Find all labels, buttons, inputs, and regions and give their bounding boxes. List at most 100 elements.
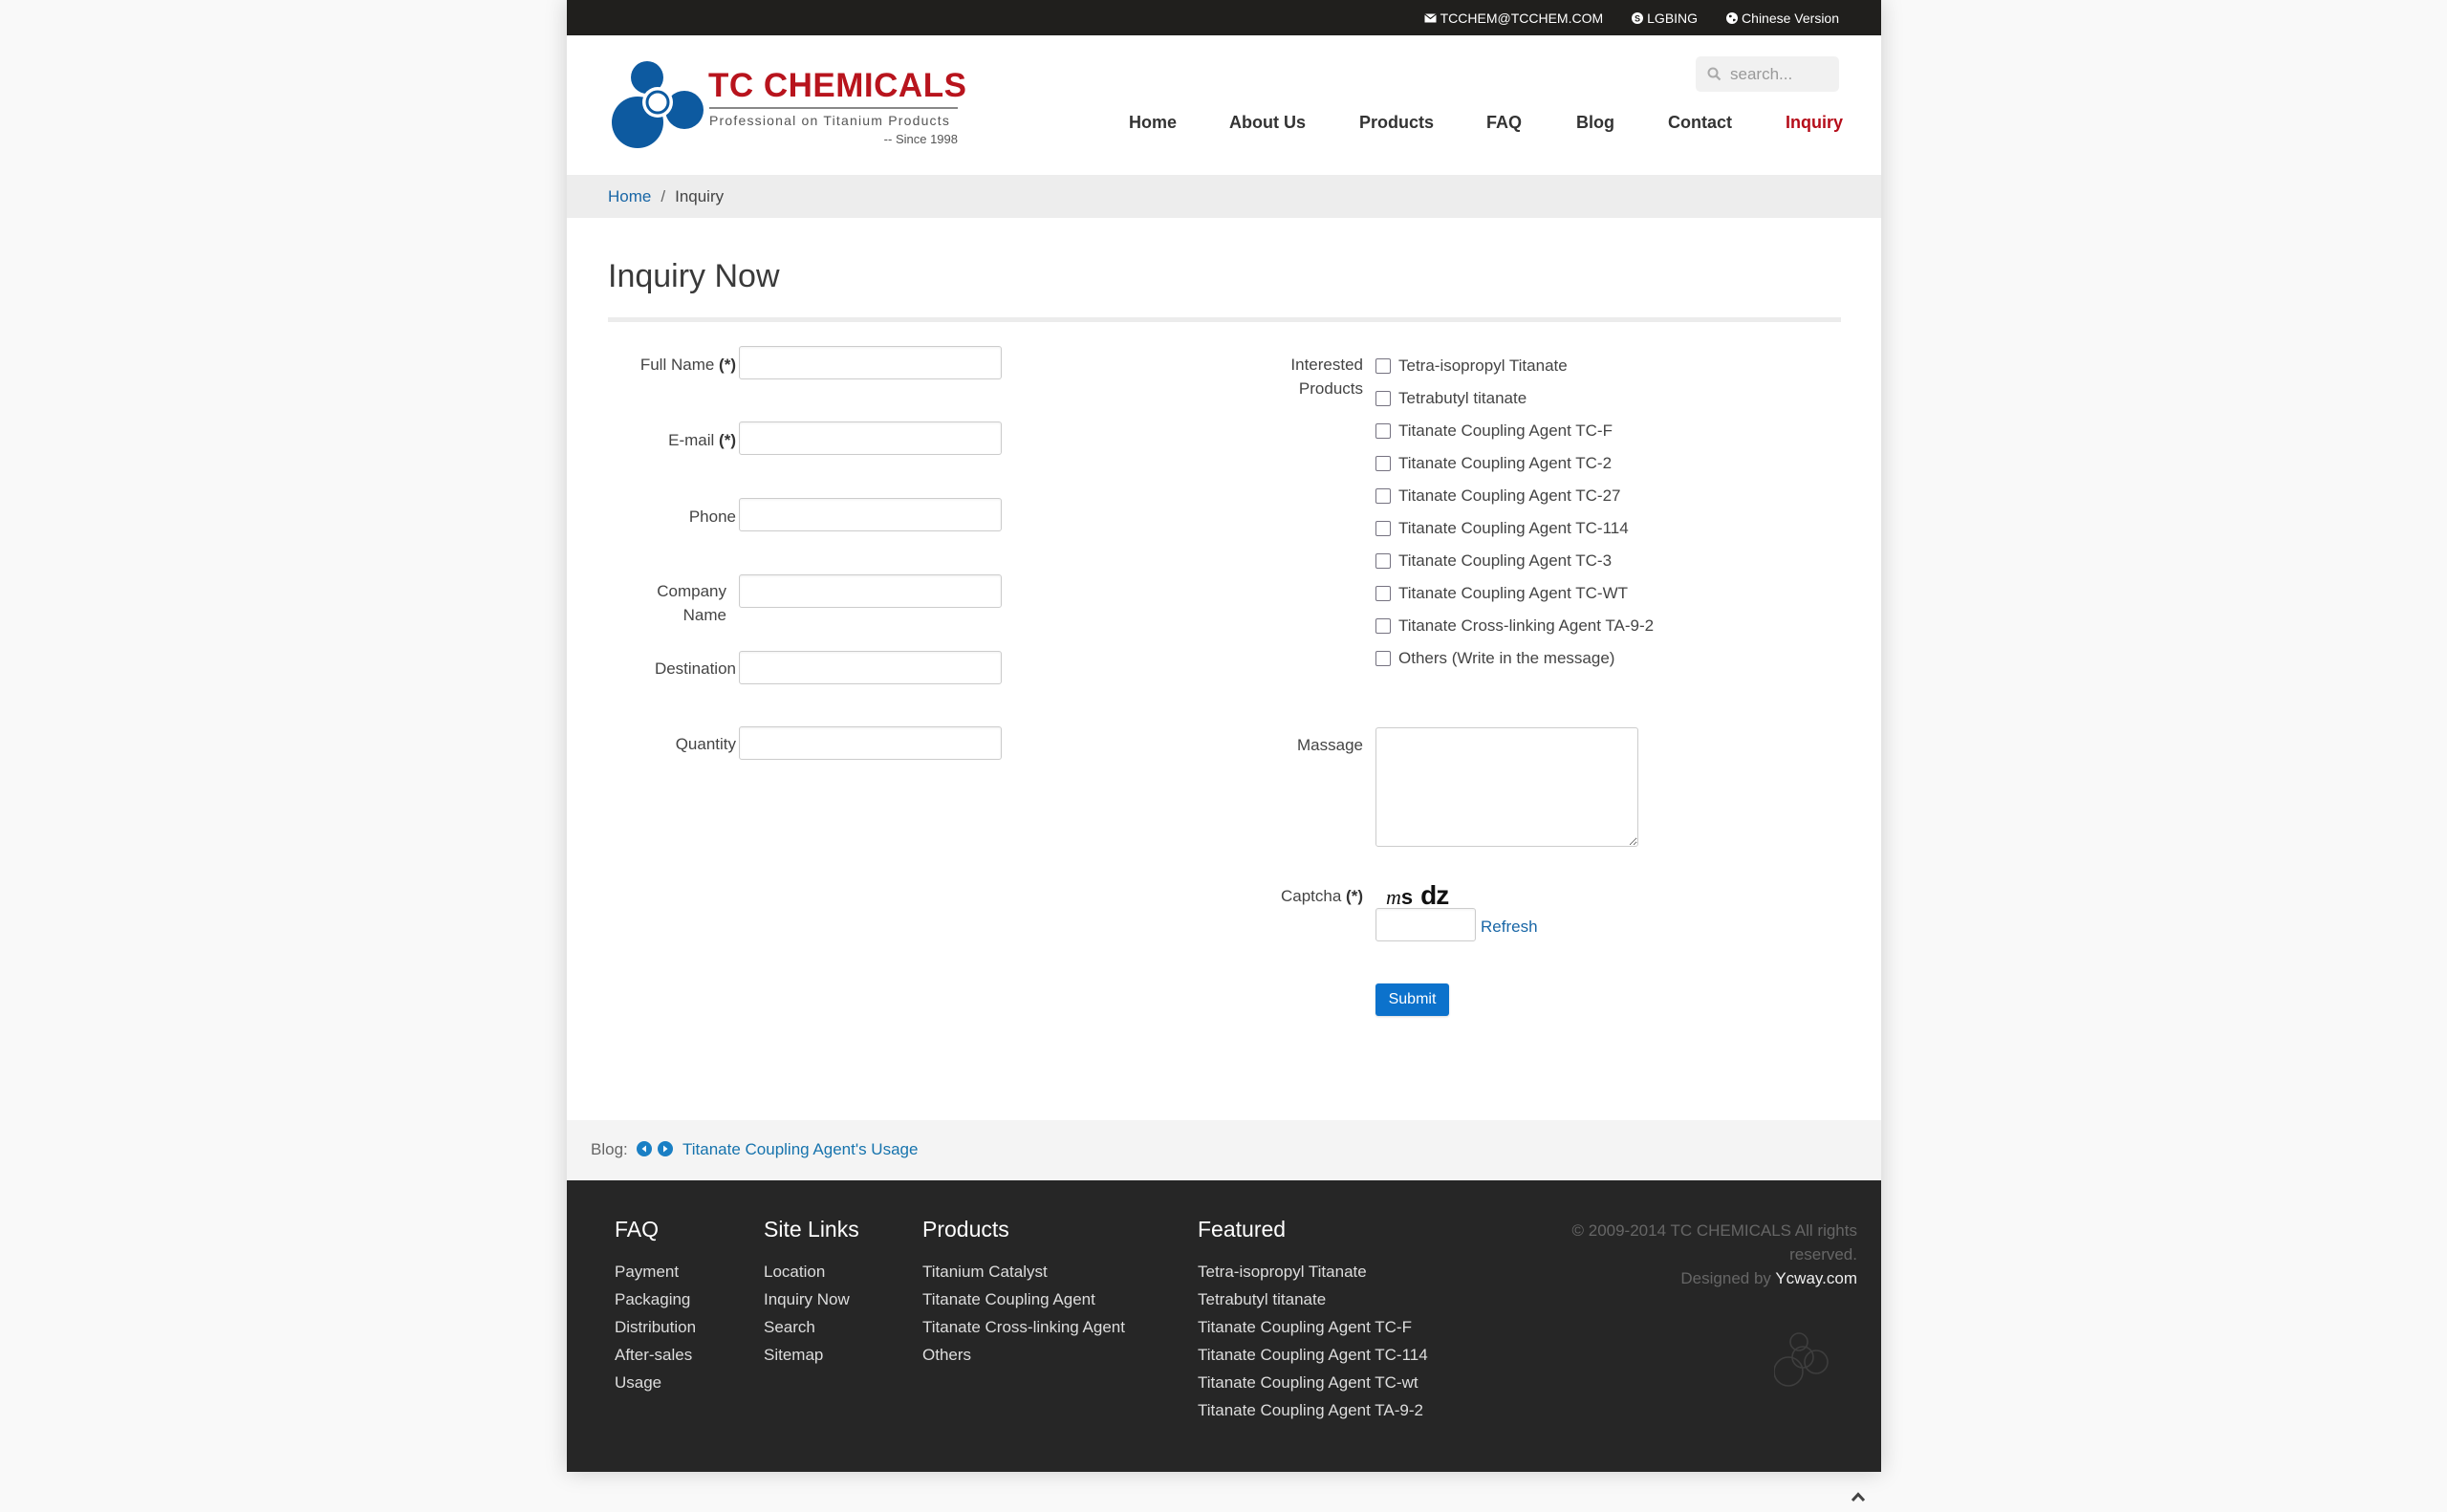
footer: FAQ Payment Packaging Distribution After… bbox=[567, 1180, 1881, 1472]
checkbox[interactable] bbox=[1375, 391, 1391, 406]
footer-link[interactable]: Location bbox=[764, 1258, 859, 1285]
destination-input[interactable] bbox=[739, 651, 1002, 684]
email-link[interactable]: TCCHEM@TCCHEM.COM bbox=[1423, 11, 1603, 26]
product-option[interactable]: Titanate Coupling Agent TC-2 bbox=[1375, 447, 1654, 480]
nav-home[interactable]: Home bbox=[1129, 113, 1177, 133]
footer-link[interactable]: Search bbox=[764, 1313, 859, 1341]
footer-link[interactable]: Sitemap bbox=[764, 1341, 859, 1369]
required-marker: (*) bbox=[719, 431, 736, 449]
phone-input[interactable] bbox=[739, 498, 1002, 531]
product-option-label: Titanate Coupling Agent TC-2 bbox=[1398, 454, 1613, 472]
product-option[interactable]: Titanate Coupling Agent TC-114 bbox=[1375, 512, 1654, 545]
footer-link[interactable]: Payment bbox=[615, 1258, 696, 1285]
footer-link[interactable]: Others bbox=[922, 1341, 1125, 1369]
product-option-label: Tetra-isopropyl Titanate bbox=[1398, 356, 1568, 375]
product-option[interactable]: Tetra-isopropyl Titanate bbox=[1375, 350, 1654, 382]
email-label-text: E-mail bbox=[668, 431, 715, 449]
company-name-input[interactable] bbox=[739, 574, 1002, 608]
product-option-label: Titanate Coupling Agent TC-3 bbox=[1398, 551, 1613, 570]
search-input[interactable] bbox=[1730, 64, 1835, 84]
nav-inquiry[interactable]: Inquiry bbox=[1786, 113, 1843, 133]
skype-text: LGBING bbox=[1647, 11, 1699, 26]
checkbox[interactable] bbox=[1375, 358, 1391, 374]
footer-link[interactable]: Inquiry Now bbox=[764, 1285, 859, 1313]
designer-credit: Designed by Ycway.com bbox=[1570, 1266, 1857, 1290]
blog-post-link[interactable]: Titanate Coupling Agent's Usage bbox=[682, 1140, 918, 1159]
logo[interactable]: TC CHEMICALS Professional on Titanium Pr… bbox=[612, 57, 975, 153]
language-text: Chinese Version bbox=[1742, 11, 1839, 26]
footer-link[interactable]: Tetrabutyl titanate bbox=[1198, 1285, 1428, 1313]
footer-link[interactable]: Packaging bbox=[615, 1285, 696, 1313]
breadcrumb: Home / Inquiry bbox=[608, 187, 724, 206]
destination-label: Destination bbox=[654, 659, 736, 678]
checkbox[interactable] bbox=[1375, 586, 1391, 601]
svg-text:S: S bbox=[1635, 13, 1640, 23]
nav-about-us[interactable]: About Us bbox=[1229, 113, 1306, 133]
full-name-label: Full Name (*) bbox=[593, 353, 736, 377]
email-input[interactable] bbox=[739, 421, 1002, 455]
blog-next-button[interactable] bbox=[658, 1141, 673, 1156]
checkbox[interactable] bbox=[1375, 618, 1391, 634]
submit-button[interactable]: Submit bbox=[1375, 983, 1449, 1016]
scroll-to-top-icon[interactable] bbox=[1851, 1491, 1866, 1502]
nav-products[interactable]: Products bbox=[1359, 113, 1434, 133]
chinese-version-link[interactable]: Chinese Version bbox=[1726, 11, 1839, 26]
footer-link[interactable]: Titanate Coupling Agent TC-114 bbox=[1198, 1341, 1428, 1369]
nav-faq[interactable]: FAQ bbox=[1486, 113, 1522, 133]
message-textarea[interactable] bbox=[1375, 727, 1638, 847]
footer-link[interactable]: Titanate Cross-linking Agent bbox=[922, 1313, 1125, 1341]
footer-link[interactable]: Titanium Catalyst bbox=[922, 1258, 1125, 1285]
footer-link[interactable]: Distribution bbox=[615, 1313, 696, 1341]
product-option[interactable]: Others (Write in the message) bbox=[1375, 642, 1654, 675]
required-marker: (*) bbox=[1346, 887, 1363, 905]
logo-icon bbox=[612, 61, 704, 148]
logo-divider bbox=[709, 107, 958, 109]
captcha-refresh-link[interactable]: Refresh bbox=[1481, 918, 1538, 937]
footer-heading: Products bbox=[922, 1217, 1009, 1242]
footer-link[interactable]: Titanate Coupling Agent bbox=[922, 1285, 1125, 1313]
product-option[interactable]: Tetrabutyl titanate bbox=[1375, 382, 1654, 415]
breadcrumb-separator: / bbox=[660, 187, 666, 205]
footer-heading: Featured bbox=[1198, 1217, 1287, 1242]
checkbox[interactable] bbox=[1375, 423, 1391, 439]
product-option-label: Titanate Coupling Agent TC-114 bbox=[1398, 519, 1629, 537]
quantity-input[interactable] bbox=[739, 726, 1002, 760]
footer-link[interactable]: Usage bbox=[615, 1369, 696, 1396]
footer-link[interactable]: After-sales bbox=[615, 1341, 696, 1369]
product-option[interactable]: Titanate Coupling Agent TC-3 bbox=[1375, 545, 1654, 577]
interested-products-label: Interested Products bbox=[1290, 356, 1363, 398]
designer-link[interactable]: Ycway.com bbox=[1775, 1269, 1857, 1287]
product-option[interactable]: Titanate Coupling Agent TC-27 bbox=[1375, 480, 1654, 512]
product-option-label: Tetrabutyl titanate bbox=[1398, 389, 1527, 407]
full-name-label-text: Full Name bbox=[639, 356, 715, 374]
checkbox[interactable] bbox=[1375, 456, 1391, 471]
blog-prev-button[interactable] bbox=[637, 1141, 652, 1156]
email-label: E-mail (*) bbox=[593, 428, 736, 452]
nav-blog[interactable]: Blog bbox=[1576, 113, 1614, 133]
search-box[interactable] bbox=[1696, 56, 1839, 92]
checkbox[interactable] bbox=[1375, 488, 1391, 504]
checkbox[interactable] bbox=[1375, 651, 1391, 666]
full-name-input[interactable] bbox=[739, 346, 1002, 379]
footer-link[interactable]: Tetra-isopropyl Titanate bbox=[1198, 1258, 1428, 1285]
product-option-label: Titanate Cross-linking Agent TA-9-2 bbox=[1398, 616, 1655, 635]
product-option[interactable]: Titanate Cross-linking Agent TA-9-2 bbox=[1375, 610, 1654, 642]
captcha-char: m bbox=[1386, 885, 1401, 909]
skype-link[interactable]: S LGBING bbox=[1632, 11, 1698, 26]
search-icon bbox=[1707, 67, 1722, 81]
phone-label: Phone bbox=[688, 508, 736, 526]
page-container: TCCHEM@TCCHEM.COM S LGBING Chinese Versi… bbox=[567, 0, 1881, 1472]
footer-link[interactable]: Titanate Coupling Agent TC-wt bbox=[1198, 1369, 1428, 1396]
checkbox[interactable] bbox=[1375, 553, 1391, 569]
product-option[interactable]: Titanate Coupling Agent TC-WT bbox=[1375, 577, 1654, 610]
captcha-input[interactable] bbox=[1375, 908, 1476, 941]
nav-contact[interactable]: Contact bbox=[1668, 113, 1732, 133]
product-option[interactable]: Titanate Coupling Agent TC-F bbox=[1375, 415, 1654, 447]
top-bar: TCCHEM@TCCHEM.COM S LGBING Chinese Versi… bbox=[567, 0, 1881, 35]
footer-link[interactable]: Titanate Coupling Agent TC-F bbox=[1198, 1313, 1428, 1341]
checkbox[interactable] bbox=[1375, 521, 1391, 536]
breadcrumb-home[interactable]: Home bbox=[608, 187, 651, 206]
captcha-image: ms dz bbox=[1386, 880, 1449, 910]
footer-link[interactable]: Titanate Coupling Agent TA-9-2 bbox=[1198, 1396, 1428, 1424]
captcha-label-text: Captcha bbox=[1280, 887, 1342, 905]
